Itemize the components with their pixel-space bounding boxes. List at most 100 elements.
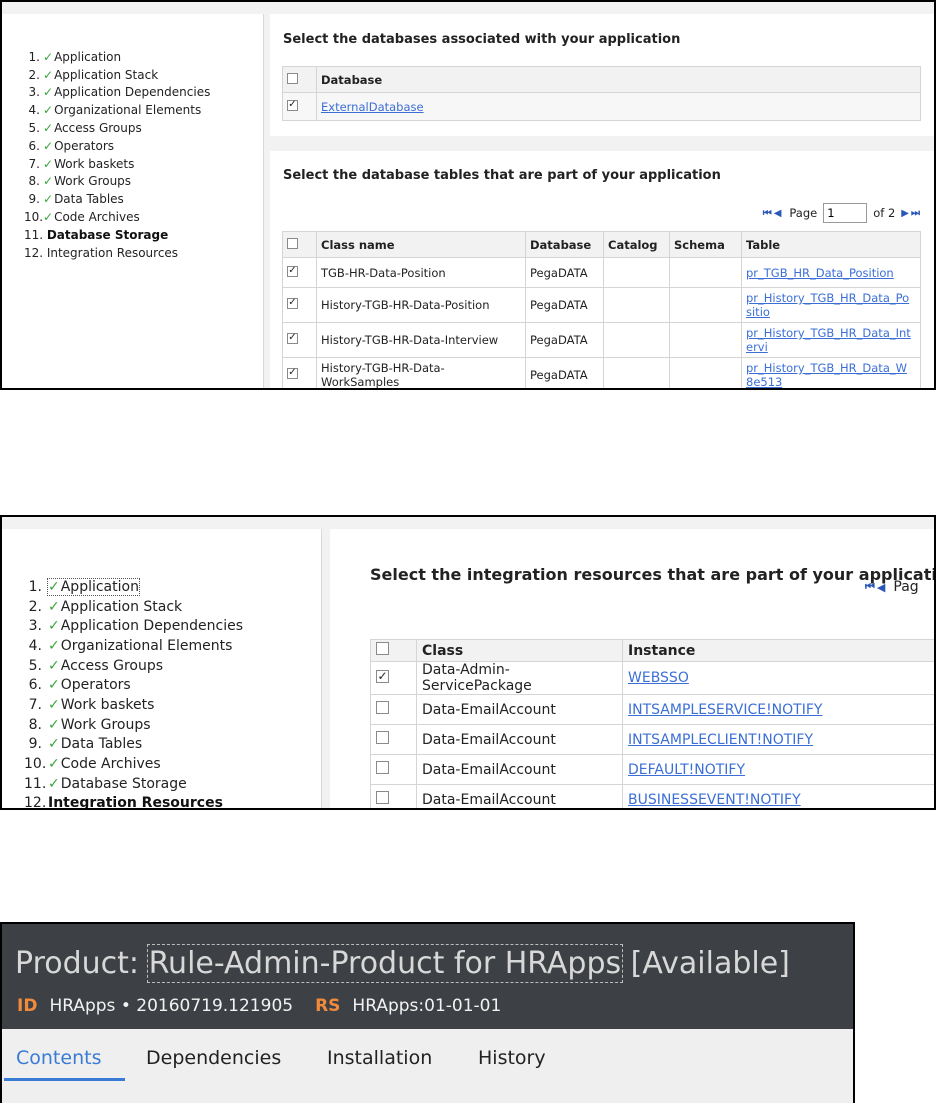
first-page-icon[interactable]: ⏮ <box>865 580 875 594</box>
row-checkbox[interactable] <box>287 99 298 111</box>
wizard-step[interactable]: 9. ✓ Data Tables <box>24 190 210 208</box>
row-checkbox[interactable] <box>287 367 298 379</box>
wizard-step[interactable]: 10. ✓ Code Archives <box>24 208 210 226</box>
rs-tag: RS <box>315 996 341 1016</box>
next-page-icon[interactable]: ▶ <box>901 208 909 219</box>
wizard-step-current[interactable]: 12. Integration Resources <box>24 794 243 808</box>
wizard-steps-nav: 1.✓Application 2.✓Application Stack 3.✓A… <box>2 14 264 388</box>
database-tables-heading: Select the database tables that are part… <box>283 168 721 183</box>
wizard-steps-list: 1.✓Application 2.✓Application Stack 3.✓A… <box>24 48 210 262</box>
table-link[interactable]: pr_History_TGB_HR_Data_Po sitio <box>746 291 909 319</box>
wizard-step[interactable]: 5. ✓ Access Groups <box>24 656 243 676</box>
wizard-step[interactable]: 7. ✓ Work baskets <box>24 155 210 173</box>
wizard-step[interactable]: 11. ✓ Database Storage <box>24 774 243 794</box>
checkmark-icon: ✓ <box>48 716 60 733</box>
wizard-step-current[interactable]: 11. Database Storage <box>24 226 210 244</box>
table-row: Data-EmailAccount INTSAMPLESERVICE!NOTIF… <box>370 694 934 725</box>
checkmark-icon: ✓ <box>48 618 60 635</box>
wizard-step[interactable]: 9. ✓ Data Tables <box>24 735 243 755</box>
page-title: Product: Rule-Admin-Product for HRApps [… <box>15 944 790 983</box>
row-checkbox[interactable] <box>287 265 298 277</box>
table-link[interactable]: pr_History_TGB_HR_Data_W 8e513 <box>746 361 907 388</box>
row-checkbox[interactable] <box>376 669 389 683</box>
table-link[interactable]: pr_History_TGB_HR_Data_Int ervi <box>746 326 911 354</box>
integration-resources-table: Class Instance Data-Admin-ServicePackage… <box>370 639 934 808</box>
instance-link[interactable]: INTSAMPLESERVICE!NOTIFY <box>628 702 822 718</box>
wizard-step[interactable]: 6. ✓ Operators <box>24 675 243 695</box>
instance-link[interactable]: BUSINESSEVENT!NOTIFY <box>628 792 801 808</box>
checkmark-icon: ✓ <box>43 174 54 189</box>
table-row: ExternalDatabase <box>282 92 921 121</box>
rs-value: HRApps:01-01-01 <box>352 996 502 1016</box>
checkmark-icon: ✓ <box>43 210 54 225</box>
id-value: HRApps • 20160719.121905 <box>49 996 294 1016</box>
checkmark-icon: ✓ <box>48 736 60 753</box>
wizard-steps-list: 1.✓Application 2.✓Application Stack 3.✓A… <box>24 577 243 808</box>
wizard-step[interactable]: 8. ✓ Work Groups <box>24 173 210 191</box>
instance-link[interactable]: INTSAMPLECLIENT!NOTIFY <box>628 732 813 748</box>
checkmark-icon: ✓ <box>48 598 60 615</box>
wizard-step[interactable]: 4. ✓ Organizational Elements <box>24 636 243 656</box>
rule-name: Rule-Admin-Product for HRApps <box>146 944 624 983</box>
rule-status: [Available] <box>630 946 790 981</box>
table-row: History-TGB-HR-Data-Interview PegaDATA p… <box>282 322 921 358</box>
row-checkbox[interactable] <box>376 791 389 804</box>
tab-history[interactable]: History <box>478 1047 546 1069</box>
row-checkbox[interactable] <box>287 297 298 309</box>
database-tables-table: Class name Database Catalog Schema Table… <box>282 231 921 388</box>
wizard-step[interactable]: 5. ✓ Access Groups <box>24 119 210 137</box>
tab-contents[interactable]: Contents <box>16 1047 101 1069</box>
wizard-step[interactable]: 7. ✓ Work baskets <box>24 695 243 715</box>
wizard-step[interactable]: 2. ✓ Application Stack <box>24 66 210 84</box>
checkmark-icon: ✓ <box>43 103 54 118</box>
table-row: Data-Admin-ServicePackage WEBSSO <box>370 661 934 695</box>
checkmark-icon: ✓ <box>43 49 54 64</box>
database-link[interactable]: ExternalDatabase <box>321 100 424 114</box>
select-all-checkbox[interactable] <box>376 642 389 655</box>
page-number-input[interactable] <box>823 203 868 223</box>
table-row: History-TGB-HR-Data-WorkSamples PegaDATA… <box>282 357 921 388</box>
integration-resources-section: Select the integration resources that ar… <box>330 529 934 808</box>
table-link[interactable]: pr_TGB_HR_Data_Position <box>746 266 894 280</box>
table-row: TGB-HR-Data-Position PegaDATA pr_TGB_HR_… <box>282 257 921 288</box>
checkmark-icon: ✓ <box>43 138 54 153</box>
wizard-step[interactable]: 1.✓Application <box>24 48 210 66</box>
wizard-step[interactable]: 10. ✓ Code Archives <box>24 754 243 774</box>
wizard-step[interactable]: 3. ✓ Application Dependencies <box>24 616 243 636</box>
prev-page-icon[interactable]: ◀ <box>774 208 782 219</box>
table-header-row: Database <box>282 66 921 93</box>
instance-link[interactable]: WEBSSO <box>628 670 689 686</box>
select-all-checkbox[interactable] <box>287 72 298 84</box>
table-header-row: Class name Database Catalog Schema Table <box>282 231 921 258</box>
last-page-icon[interactable]: ⏭ <box>911 208 920 219</box>
databases-table: Database ExternalDatabase <box>282 66 921 121</box>
rule-tabs: Contents Dependencies Installation Histo… <box>2 1029 853 1103</box>
databases-section: Select the databases associated with you… <box>270 14 934 136</box>
tab-installation[interactable]: Installation <box>327 1047 432 1069</box>
row-checkbox[interactable] <box>376 701 389 714</box>
checkmark-icon: ✓ <box>48 657 60 674</box>
column-header-database: Database <box>525 231 604 258</box>
wizard-step[interactable]: 12. Integration Resources <box>24 244 210 262</box>
instance-link[interactable]: DEFAULT!NOTIFY <box>628 762 745 778</box>
package-wizard-integration-resources-panel: 1. ✓Application 2. ✓ Application Stack 3. ✓ A… <box>0 515 936 810</box>
row-checkbox[interactable] <box>287 332 298 344</box>
checkmark-icon: ✓ <box>48 696 60 713</box>
first-page-icon[interactable]: ⏮ <box>763 208 772 219</box>
row-checkbox[interactable] <box>376 761 389 774</box>
rule-meta: ID HRApps • 20160719.121905 RS HRApps:01… <box>17 996 501 1016</box>
id-tag: ID <box>17 996 38 1016</box>
select-all-checkbox[interactable] <box>287 237 298 249</box>
prev-page-icon[interactable]: ◀ <box>877 581 885 594</box>
wizard-step[interactable]: 8. ✓ Work Groups <box>24 715 243 735</box>
tab-dependencies[interactable]: Dependencies <box>146 1047 281 1069</box>
wizard-steps-nav: 1.✓Application 2.✓Application Stack 3.✓A… <box>2 529 322 808</box>
wizard-step[interactable]: 6. ✓ Operators <box>24 137 210 155</box>
database-tables-section: Select the database tables that are part… <box>270 151 934 388</box>
table-row: Data-EmailAccount DEFAULT!NOTIFY <box>370 754 934 785</box>
row-checkbox[interactable] <box>376 731 389 744</box>
wizard-step[interactable]: 3. ✓ Application Dependencies <box>24 84 211 102</box>
wizard-step[interactable]: 4. ✓ Organizational Elements <box>24 101 210 119</box>
wizard-step[interactable]: 1.✓Application <box>24 577 243 597</box>
wizard-step[interactable]: 2. ✓ Application Stack <box>24 597 243 617</box>
